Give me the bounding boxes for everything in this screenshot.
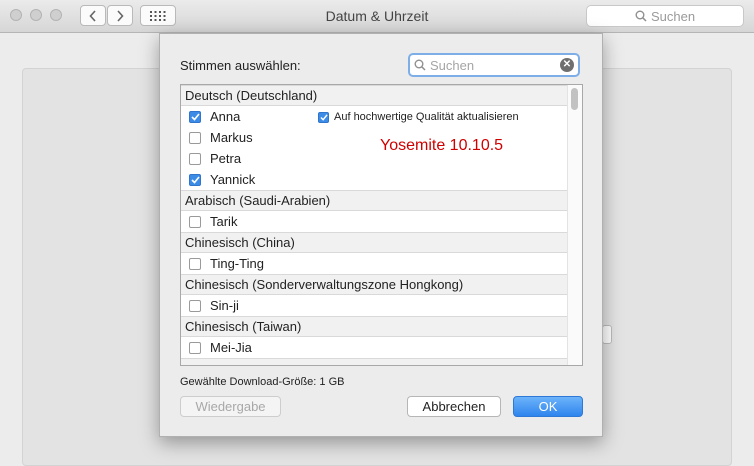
title-bar: Datum & Uhrzeit Suchen bbox=[0, 0, 754, 33]
voice-name: Tarik bbox=[210, 214, 238, 229]
voice-search-placeholder: Suchen bbox=[430, 57, 475, 73]
background-control bbox=[602, 325, 612, 344]
search-icon bbox=[414, 59, 426, 71]
quality-option[interactable]: Auf hochwertige Qualität aktualisieren bbox=[318, 111, 519, 123]
voice-item-mei-jia[interactable]: Mei-Jia bbox=[181, 337, 569, 358]
voice-name: Ting-Ting bbox=[210, 256, 264, 271]
voice-name: Sin-ji bbox=[210, 298, 239, 313]
checkmark-icon bbox=[319, 113, 328, 121]
group-header-arabisch: Arabisch (Saudi-Arabien) bbox=[181, 190, 569, 211]
voice-item-yannick[interactable]: Yannick bbox=[181, 169, 569, 190]
voice-name: Yannick bbox=[210, 172, 256, 187]
annotation-text: Yosemite 10.10.5 bbox=[380, 137, 504, 154]
checkbox[interactable] bbox=[189, 257, 201, 270]
group-header-partial bbox=[181, 358, 569, 365]
voice-item-sin-ji[interactable]: Sin-ji bbox=[181, 295, 569, 316]
voice-name: Petra bbox=[210, 151, 242, 166]
voice-item-ting-ting[interactable]: Ting-Ting bbox=[181, 253, 569, 274]
cancel-button[interactable]: Abbrechen bbox=[407, 396, 501, 417]
group-label: Chinesisch (Taiwan) bbox=[185, 319, 302, 334]
group-label: Arabisch (Saudi-Arabien) bbox=[185, 193, 331, 208]
checkbox-checked[interactable] bbox=[189, 110, 201, 123]
play-button[interactable]: Wiedergabe bbox=[180, 396, 281, 417]
quality-label: Auf hochwertige Qualität aktualisieren bbox=[334, 111, 519, 123]
checkbox[interactable] bbox=[189, 152, 201, 165]
clear-search-icon[interactable]: ✕ bbox=[560, 58, 574, 72]
checkbox[interactable] bbox=[189, 131, 201, 144]
voice-item-tarik[interactable]: Tarik bbox=[181, 211, 569, 232]
select-voices-label: Stimmen auswählen: bbox=[180, 58, 301, 73]
group-header-chinesisch-hongkong: Chinesisch (Sonderverwaltungszone Hongko… bbox=[181, 274, 569, 295]
checkbox-checked[interactable] bbox=[189, 173, 201, 186]
group-header-deutsch: Deutsch (Deutschland) bbox=[181, 85, 569, 106]
checkbox[interactable] bbox=[189, 299, 201, 312]
voice-item-markus[interactable]: Markus bbox=[181, 127, 569, 148]
group-header-chinesisch-taiwan: Chinesisch (Taiwan) bbox=[181, 316, 569, 337]
window-search-field[interactable]: Suchen bbox=[586, 5, 744, 27]
group-label: Chinesisch (Sonderverwaltungszone Hongko… bbox=[185, 277, 464, 292]
voice-name: Anna bbox=[210, 109, 241, 124]
voice-name: Markus bbox=[210, 130, 253, 145]
voice-name: Mei-Jia bbox=[210, 340, 252, 355]
voice-item-petra[interactable]: Petra bbox=[181, 148, 569, 169]
quality-checkbox[interactable] bbox=[318, 111, 329, 123]
window-search-placeholder: Suchen bbox=[650, 8, 696, 24]
voice-list[interactable]: Deutsch (Deutschland) Anna Markus Petra … bbox=[180, 84, 583, 366]
download-size-label: Gewählte Download-Größe: 1 GB bbox=[180, 376, 345, 388]
scrollbar[interactable] bbox=[567, 85, 582, 365]
group-label: Deutsch (Deutschland) bbox=[185, 88, 318, 103]
checkmark-icon bbox=[190, 112, 200, 121]
group-header-chinesisch-china: Chinesisch (China) bbox=[181, 232, 569, 253]
checkbox[interactable] bbox=[189, 215, 201, 228]
ok-button[interactable]: OK bbox=[513, 396, 583, 417]
checkbox[interactable] bbox=[189, 341, 201, 354]
voice-search-field[interactable]: Suchen ✕ bbox=[408, 53, 580, 77]
group-label: Chinesisch (China) bbox=[185, 235, 295, 250]
checkmark-icon bbox=[190, 175, 200, 184]
voice-selection-sheet: Stimmen auswählen: Suchen ✕ Deutsch (Deu… bbox=[159, 33, 603, 437]
scrollbar-thumb[interactable] bbox=[571, 88, 578, 110]
search-icon bbox=[635, 10, 647, 22]
